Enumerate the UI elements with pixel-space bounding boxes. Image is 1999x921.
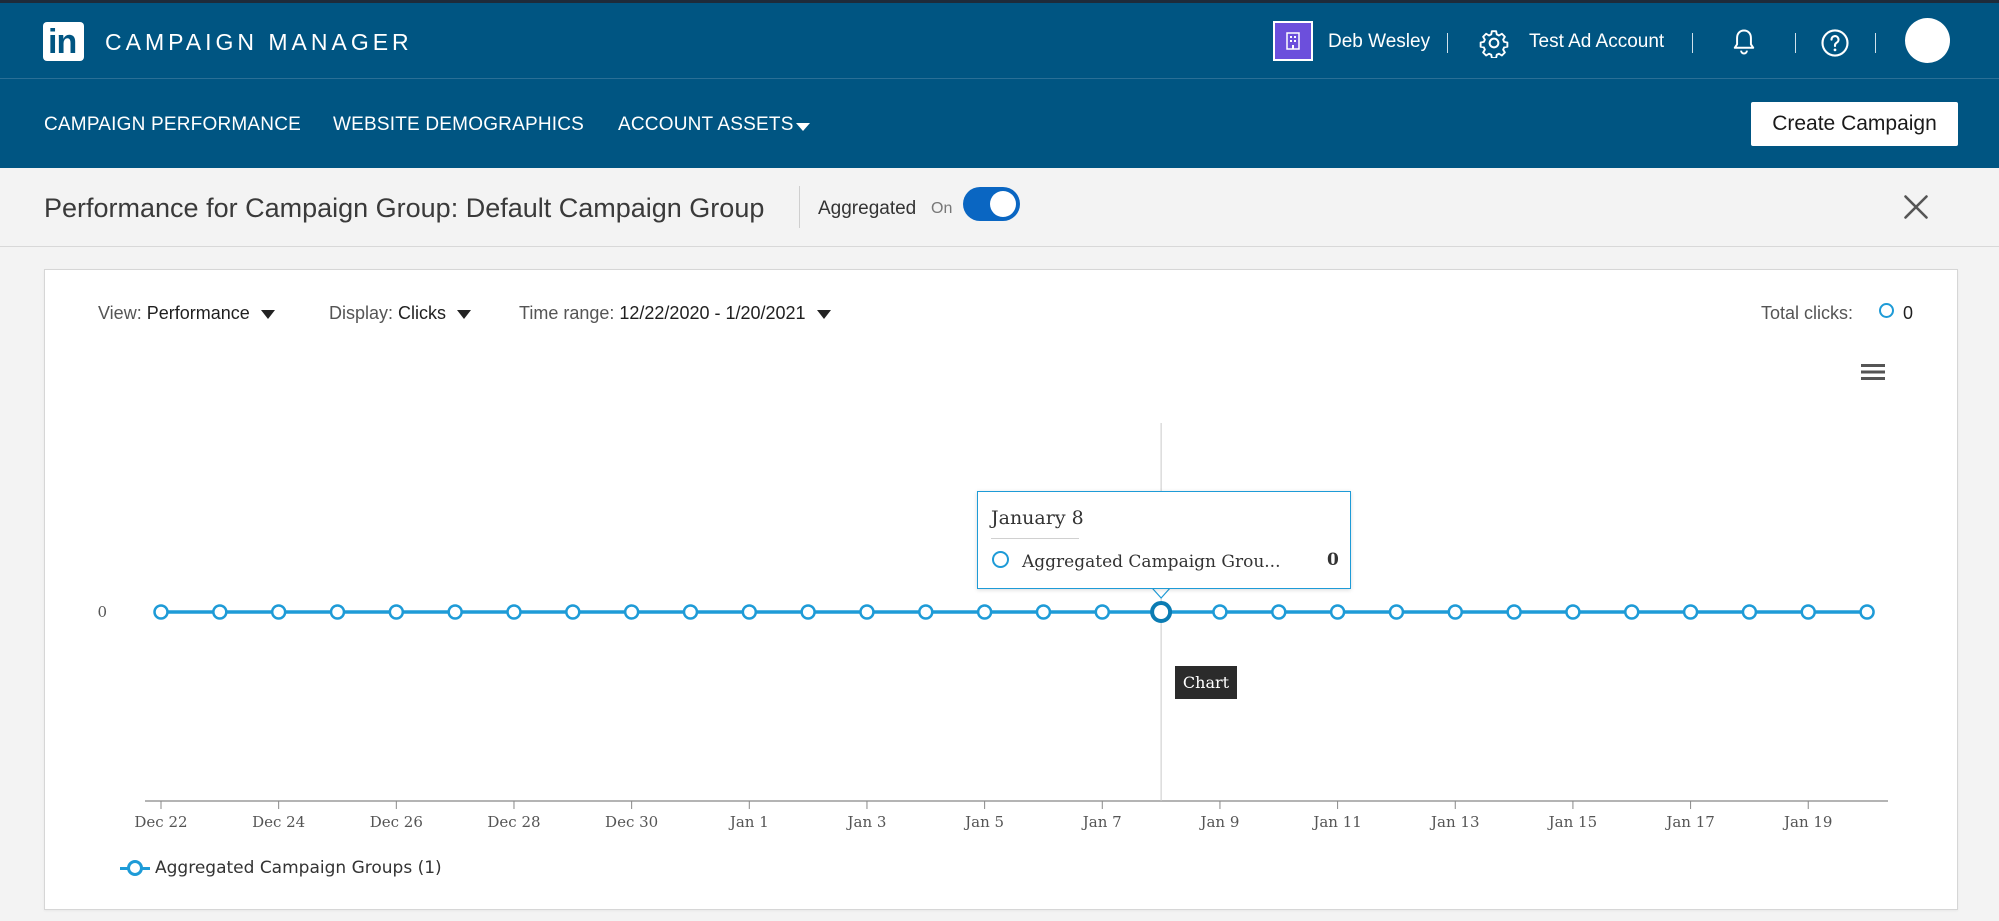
data-point [976,604,993,620]
data-point [623,604,640,620]
data-point [918,604,934,620]
data-point [682,604,699,620]
data-point [800,604,816,620]
bell-icon[interactable] [1730,27,1758,57]
data-point [1035,604,1052,620]
page-title: Performance for Campaign Group: Default … [44,193,765,223]
data-point [859,604,875,620]
header-divider [1795,33,1796,53]
data-point [212,604,228,620]
x-tick-label: Dec 30 [605,813,658,831]
toggle-state-label: On [931,200,953,217]
data-point [1212,604,1228,620]
y-tick-label: 0 [97,603,107,621]
x-tick-label: Jan 15 [1547,813,1597,831]
avatar[interactable] [1905,18,1950,63]
x-tick-label: Dec 24 [252,813,305,831]
nav-website-demographics[interactable]: WEBSITE DEMOGRAPHICS [333,114,584,136]
data-point [741,604,758,620]
data-point [1506,604,1522,620]
app-title: CAMPAIGN MANAGER [105,29,413,55]
data-point [1682,604,1699,620]
x-tick-label: Jan 13 [1429,813,1479,831]
building-icon[interactable] [1273,21,1313,61]
x-tick-label: Dec 22 [134,813,187,831]
data-point [1447,604,1464,620]
x-tick-label: Jan 19 [1782,813,1832,831]
data-point [1329,604,1346,620]
x-tick-label: Dec 26 [370,813,423,831]
legend-item[interactable]: Aggregated Campaign Groups (1) [155,858,442,878]
help-icon[interactable] [1820,28,1850,58]
data-point [1565,604,1581,620]
header-divider [1447,33,1448,53]
x-tick-label: Jan 17 [1664,813,1714,831]
account-name[interactable]: Test Ad Account [1529,31,1664,53]
data-point [1741,604,1758,620]
data-point [1859,604,1875,620]
x-tick-label: Jan 11 [1311,813,1361,831]
legend-marker-icon [127,860,143,876]
clicks-line-chart[interactable]: Dec 22 Dec 24 Dec 26 Dec 28 Dec 30 Jan 1 Jan 3… [45,270,1957,909]
header-divider [1875,33,1876,53]
logo-text: in [48,23,77,61]
top-header: in CAMPAIGN MANAGER Deb Wesley Test Ad A… [0,0,1999,79]
toggle-knob [990,191,1016,217]
nav-campaign-performance[interactable]: CAMPAIGN PERFORMANCE [44,114,301,136]
performance-chart-card: View: Performance Display: Clicks Time r… [44,269,1958,910]
data-point [153,604,169,620]
x-tick-label: Dec 28 [487,813,540,831]
create-campaign-button[interactable]: Create Campaign [1751,102,1958,146]
data-point [1800,604,1816,620]
subheader-divider [799,186,800,228]
x-tick-label: Jan 1 [728,813,769,831]
tooltip-value: 0 [1327,550,1339,570]
header-divider [1692,33,1693,53]
data-point [1150,601,1173,623]
close-icon[interactable] [1902,193,1930,221]
data-point [1624,604,1640,620]
chart-hover-label: Chart [1175,666,1237,699]
data-point [1271,604,1287,620]
aggregated-label: Aggregated [818,198,917,219]
user-name[interactable]: Deb Wesley [1328,31,1430,53]
data-point [388,604,405,620]
performance-subheader: Performance for Campaign Group: Default … [0,168,1999,247]
tooltip-series-name: Aggregated Campaign Grou... [1022,552,1281,572]
data-point [329,604,346,620]
tooltip-pointer [1151,587,1171,599]
main-nav: CAMPAIGN PERFORMANCE WEBSITE DEMOGRAPHIC… [0,79,1999,168]
linkedin-logo[interactable]: in [43,22,84,61]
tooltip-divider [991,538,1079,539]
tooltip-date: January 8 [991,507,1084,529]
x-tick-label: Jan 7 [1081,813,1122,831]
data-point [1094,604,1111,620]
gear-icon[interactable] [1479,28,1509,58]
x-tick-label: Jan 9 [1198,813,1239,831]
x-tick-label: Jan 3 [845,813,886,831]
data-point [270,604,287,620]
data-point [506,604,522,620]
chevron-down-icon[interactable] [795,122,811,132]
nav-account-assets[interactable]: ACCOUNT ASSETS [618,114,794,136]
x-tick-label: Jan 5 [963,813,1004,831]
chart-tooltip: January 8 Aggregated Campaign Grou... 0 [977,491,1351,589]
aggregated-toggle[interactable] [963,187,1020,221]
series-marker-icon [992,551,1009,568]
data-point [565,604,581,620]
data-point [1388,604,1405,620]
data-point [447,604,463,620]
